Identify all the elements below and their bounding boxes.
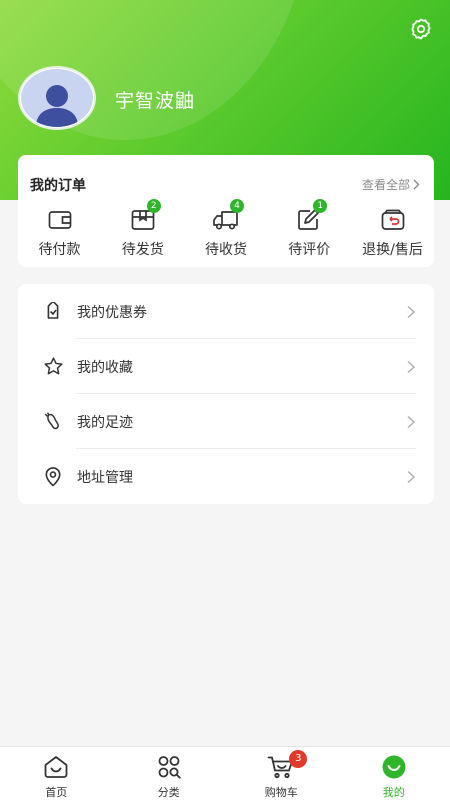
cart-count-badge: 3 bbox=[289, 750, 308, 768]
menu-item-label: 地址管理 bbox=[77, 469, 133, 486]
tab-profile[interactable]: 我的 bbox=[338, 747, 450, 800]
order-status-pending-shipment[interactable]: 2 待发货 bbox=[101, 199, 184, 259]
orders-card: 我的订单 查看全部 待付款 2 待发货 4 待收货 1 待评价 退换/售后 bbox=[18, 155, 434, 267]
order-count-badge: 4 bbox=[230, 199, 244, 213]
menu-item-favorites[interactable]: 我的收藏 bbox=[18, 339, 434, 394]
tab-label: 购物车 bbox=[264, 786, 298, 799]
return-icon bbox=[381, 209, 404, 230]
chevron-right-icon bbox=[407, 470, 416, 483]
order-status-label: 待收货 bbox=[205, 242, 247, 258]
home-icon bbox=[44, 756, 68, 778]
order-status-after-sales[interactable]: 退换/售后 bbox=[351, 207, 434, 259]
tab-home[interactable]: 首页 bbox=[0, 747, 113, 800]
view-all-orders-link[interactable]: 查看全部 bbox=[362, 176, 420, 193]
profile-icon bbox=[382, 755, 406, 779]
order-status-pending-receipt[interactable]: 4 待收货 bbox=[185, 199, 268, 259]
order-count-badge: 1 bbox=[313, 199, 328, 213]
order-count-badge: 2 bbox=[146, 199, 161, 213]
chevron-right-icon bbox=[407, 415, 416, 428]
menu-item-label: 我的优惠券 bbox=[77, 304, 147, 321]
menu-item-address[interactable]: 地址管理 bbox=[18, 449, 434, 504]
user-silhouette-icon bbox=[36, 85, 78, 127]
star-icon bbox=[43, 357, 63, 375]
avatar[interactable] bbox=[18, 66, 96, 130]
username[interactable]: 宇智波鼬 bbox=[115, 86, 195, 113]
order-status-pending-payment[interactable]: 待付款 bbox=[18, 207, 101, 259]
profile-menu: 我的优惠券 我的收藏 我的足迹 地址管理 bbox=[18, 284, 434, 504]
menu-item-label: 我的收藏 bbox=[77, 359, 133, 376]
tab-label: 首页 bbox=[45, 786, 68, 799]
location-icon bbox=[45, 467, 61, 487]
order-status-label: 待发货 bbox=[121, 242, 164, 258]
order-status-label: 待评价 bbox=[288, 242, 331, 258]
order-status-label: 退换/售后 bbox=[362, 242, 423, 258]
tab-cart[interactable]: 3 购物车 bbox=[225, 747, 338, 800]
category-icon bbox=[158, 756, 181, 779]
menu-item-footprints[interactable]: 我的足迹 bbox=[18, 394, 434, 449]
menu-item-label: 我的足迹 bbox=[77, 414, 133, 431]
menu-item-coupons[interactable]: 我的优惠券 bbox=[18, 284, 434, 339]
chevron-right-icon bbox=[413, 179, 420, 190]
bottom-tab-bar: 首页 分类 3 购物车 我的 bbox=[0, 746, 450, 800]
orders-title: 我的订单 bbox=[30, 178, 86, 194]
chevron-right-icon bbox=[407, 305, 416, 318]
gear-icon bbox=[411, 18, 431, 40]
tab-category[interactable]: 分类 bbox=[113, 747, 226, 800]
order-status-pending-review[interactable]: 1 待评价 bbox=[268, 199, 351, 259]
wallet-icon bbox=[48, 211, 71, 229]
tab-label: 我的 bbox=[382, 786, 405, 799]
order-status-label: 待付款 bbox=[38, 242, 81, 258]
chevron-right-icon bbox=[407, 360, 416, 373]
coupon-icon bbox=[47, 301, 59, 319]
view-all-label: 查看全部 bbox=[361, 178, 410, 192]
avatar-image bbox=[21, 69, 93, 127]
tab-label: 分类 bbox=[157, 786, 180, 799]
footprint-icon bbox=[44, 412, 59, 430]
settings-button[interactable] bbox=[408, 16, 434, 42]
